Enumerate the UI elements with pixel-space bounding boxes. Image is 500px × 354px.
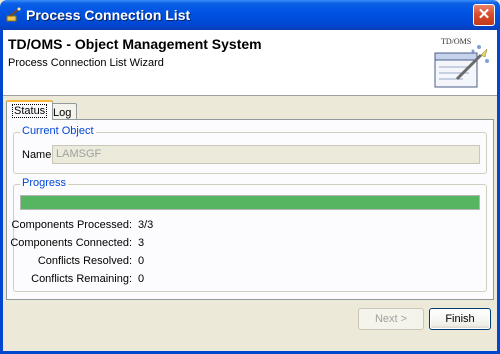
status-panel: Current Object Name LAMSGF Progress Comp…: [6, 119, 494, 300]
progress-group: Progress Components Processed: 3/3 Compo…: [10, 177, 487, 292]
tab-log-label: Log: [53, 107, 72, 119]
close-icon: ✕: [477, 6, 491, 23]
components-processed-value: 3/3: [138, 219, 154, 231]
progress-label: Progress: [20, 177, 69, 189]
progress-bar-fill: [21, 196, 479, 209]
components-connected-value: 3: [138, 237, 145, 249]
components-processed-label: Components Processed:: [11, 219, 132, 231]
conflicts-remaining-label: Conflicts Remaining:: [31, 273, 132, 285]
header-subtitle: Process Connection List Wizard: [8, 57, 164, 69]
tab-status[interactable]: Status: [6, 100, 54, 120]
conflicts-remaining-value: 0: [138, 273, 145, 285]
wizard-header: TD/OMS - Object Management System Proces…: [3, 30, 497, 96]
progress-bar: [20, 195, 480, 210]
conflicts-resolved-value: 0: [138, 255, 145, 267]
components-connected-label: Components Connected:: [10, 237, 132, 249]
window-title-bar[interactable]: Process Connection List ✕: [0, 0, 500, 30]
finish-button[interactable]: Finish: [429, 308, 491, 330]
tab-status-label: Status: [12, 104, 48, 118]
close-button[interactable]: ✕: [473, 4, 495, 26]
process-wand-icon: [6, 7, 21, 22]
wizard-banner-icon: TD/OMS: [434, 37, 489, 88]
next-button[interactable]: Next >: [358, 308, 424, 330]
name-label: Name: [22, 149, 52, 161]
window-title: Process Connection List: [26, 7, 191, 23]
current-object-group: Current Object Name LAMSGF: [13, 125, 487, 174]
name-field: LAMSGF: [52, 145, 480, 164]
header-title: TD/OMS - Object Management System: [8, 36, 262, 52]
conflicts-resolved-label: Conflicts Resolved:: [37, 255, 132, 267]
current-object-label: Current Object: [20, 125, 96, 137]
banner-label: TD/OMS: [441, 37, 471, 46]
